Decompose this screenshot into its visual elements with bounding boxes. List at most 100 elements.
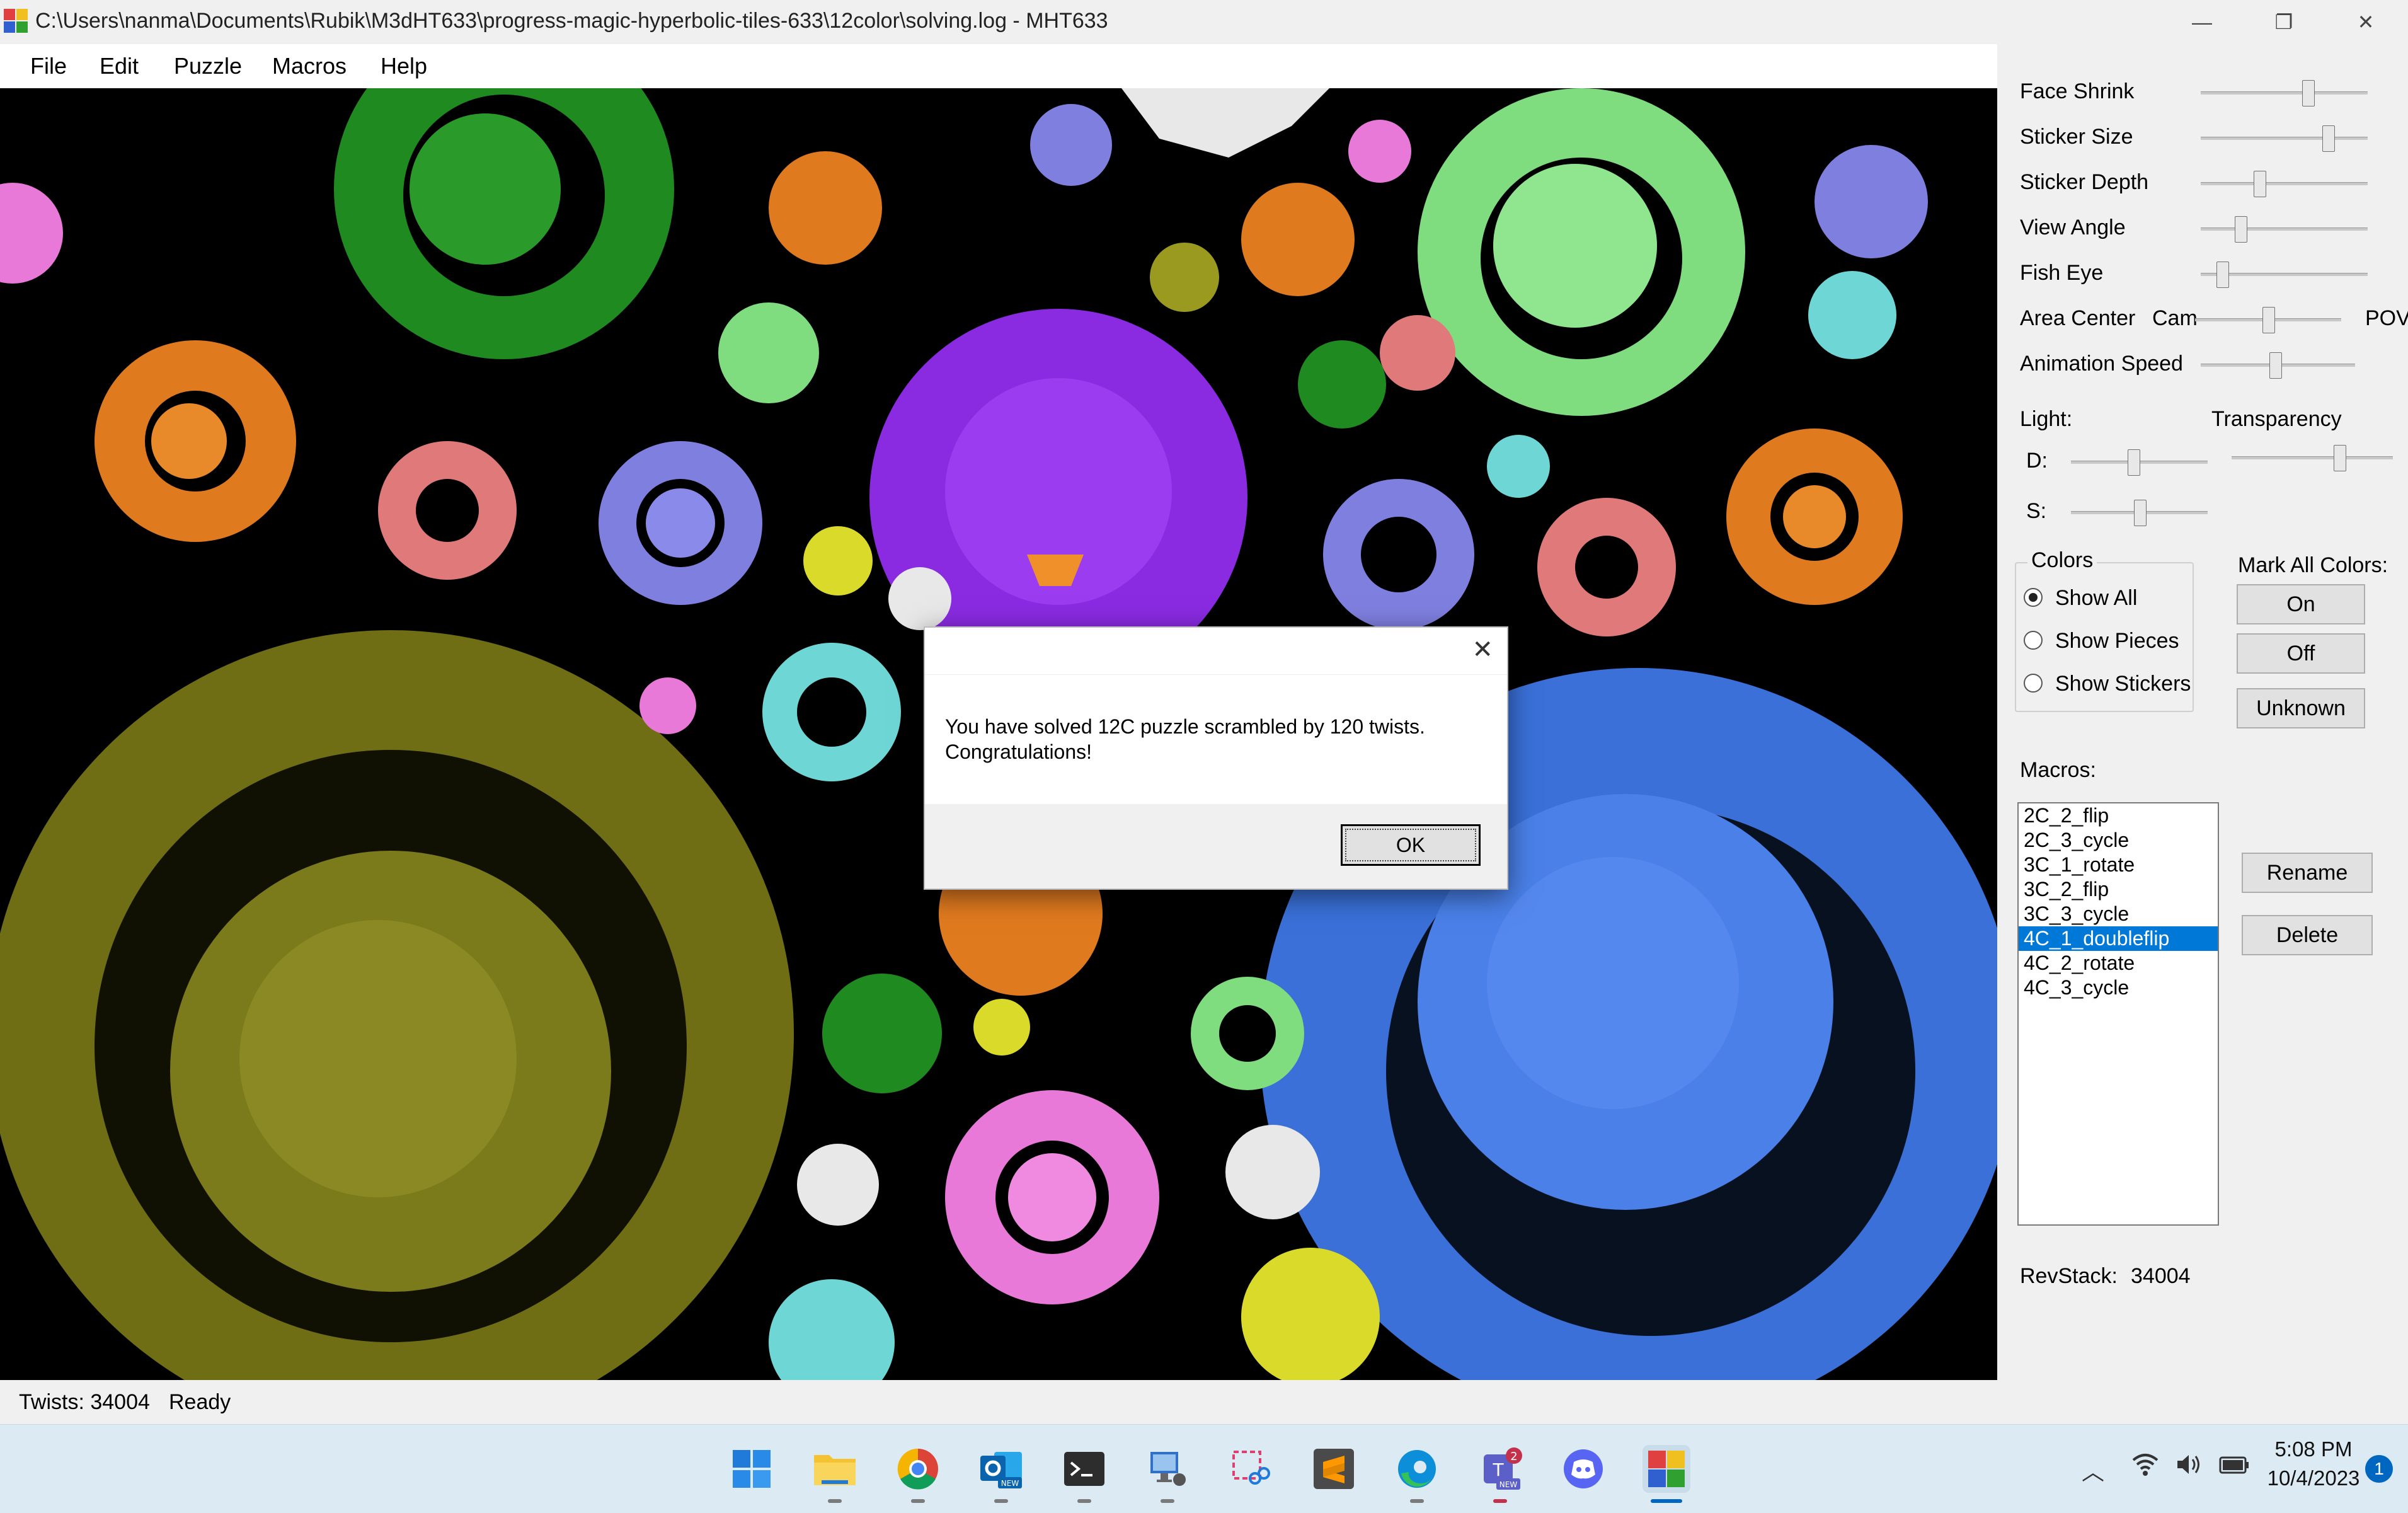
notification-count-badge[interactable]: 1 bbox=[2365, 1455, 2393, 1483]
radio-icon bbox=[2024, 631, 2043, 650]
yellow-face-cluster bbox=[1241, 1248, 1380, 1380]
minimize-button[interactable]: — bbox=[2161, 0, 2243, 44]
macro-list[interactable]: 2C_2_flip 2C_3_cycle 3C_1_rotate 3C_2_fl… bbox=[2017, 802, 2219, 1226]
slider-thumb[interactable] bbox=[2269, 352, 2282, 379]
light-diffuse-slider[interactable] bbox=[2071, 449, 2208, 476]
face-shrink-label: Face Shrink bbox=[2020, 79, 2135, 103]
sticker-size-label: Sticker Size bbox=[2020, 125, 2133, 149]
macro-item-selected[interactable]: 4C_1_doubleflip bbox=[2019, 926, 2218, 951]
show-pieces-radio[interactable]: Show Pieces bbox=[2024, 629, 2179, 653]
menu-macros[interactable]: Macros bbox=[272, 53, 347, 79]
mark-off-button[interactable]: Off bbox=[2237, 633, 2365, 674]
sticker-size-slider[interactable] bbox=[2201, 125, 2368, 152]
slider-thumb[interactable] bbox=[2254, 171, 2266, 197]
light-specular-slider[interactable] bbox=[2071, 500, 2208, 526]
menu-edit[interactable]: Edit bbox=[100, 53, 139, 79]
new-badge: NEW bbox=[1499, 1480, 1518, 1489]
show-all-radio[interactable]: Show All bbox=[2024, 586, 2137, 611]
radio-icon bbox=[2024, 674, 2043, 693]
show-hidden-icons-chevron-icon[interactable]: ︿ bbox=[2082, 1454, 2104, 1487]
show-stickers-radio[interactable]: Show Stickers bbox=[2024, 672, 2191, 696]
edge-running-indicator bbox=[1410, 1499, 1424, 1503]
area-center-label: Area Center bbox=[2020, 306, 2136, 330]
twists-count: Twists: 34004 bbox=[19, 1390, 150, 1414]
show-stickers-label: Show Stickers bbox=[2055, 672, 2191, 696]
animation-speed-slider[interactable] bbox=[2201, 352, 2355, 379]
svg-text:T: T bbox=[1492, 1459, 1504, 1480]
revstack-label: RevStack: bbox=[2020, 1264, 2118, 1288]
mht633-active-indicator bbox=[1651, 1499, 1682, 1503]
area-center-slider[interactable] bbox=[2195, 307, 2341, 333]
macro-item[interactable]: 4C_2_rotate bbox=[2019, 951, 2218, 975]
explorer-running-indicator bbox=[828, 1499, 842, 1503]
menu-puzzle[interactable]: Puzzle bbox=[174, 53, 242, 79]
terminal-icon[interactable] bbox=[1060, 1445, 1108, 1493]
menu-bar: File Edit Puzzle Macros Help bbox=[0, 44, 1997, 88]
lightgreen-face-cluster bbox=[1418, 88, 1745, 416]
app-icon bbox=[4, 9, 29, 34]
new-badge: NEW bbox=[1001, 1479, 1019, 1488]
sublime-text-icon[interactable] bbox=[1310, 1445, 1358, 1493]
menu-help[interactable]: Help bbox=[381, 53, 427, 79]
macro-item[interactable]: 3C_2_flip bbox=[2019, 877, 2218, 902]
slider-thumb[interactable] bbox=[2134, 500, 2147, 526]
close-button[interactable]: ✕ bbox=[2325, 0, 2407, 44]
colors-groupbox: Colors Show All Show Pieces Show Sticker… bbox=[2015, 548, 2194, 712]
dialog-body: You have solved 12C puzzle scrambled by … bbox=[925, 674, 1507, 805]
slider-thumb[interactable] bbox=[2302, 80, 2315, 106]
macro-item[interactable]: 2C_2_flip bbox=[2019, 803, 2218, 828]
revstack-value: 34004 bbox=[2131, 1264, 2191, 1288]
slider-thumb[interactable] bbox=[2216, 262, 2229, 288]
solved-dialog: ✕ You have solved 12C puzzle scrambled b… bbox=[924, 626, 1508, 890]
macro-item[interactable]: 3C_3_cycle bbox=[2019, 902, 2218, 926]
macro-item[interactable]: 2C_3_cycle bbox=[2019, 828, 2218, 853]
show-pieces-label: Show Pieces bbox=[2055, 629, 2179, 653]
animation-speed-label: Animation Speed bbox=[2020, 352, 2183, 376]
mark-unknown-button[interactable]: Unknown bbox=[2237, 688, 2365, 728]
outlook-icon[interactable]: NEW bbox=[977, 1445, 1025, 1493]
slider-thumb[interactable] bbox=[2322, 125, 2335, 152]
volume-icon[interactable] bbox=[2175, 1450, 2204, 1482]
sticker-depth-slider[interactable] bbox=[2201, 171, 2368, 197]
slider-thumb[interactable] bbox=[2262, 307, 2275, 333]
start-icon[interactable] bbox=[728, 1445, 776, 1493]
fish-eye-slider[interactable] bbox=[2201, 262, 2368, 288]
discord-icon[interactable] bbox=[1559, 1445, 1607, 1493]
teams-icon[interactable]: T 2 NEW bbox=[1476, 1445, 1524, 1493]
slider-thumb[interactable] bbox=[2235, 216, 2247, 243]
macro-item[interactable]: 3C_1_rotate bbox=[2019, 853, 2218, 877]
dialog-footer: OK bbox=[925, 804, 1507, 889]
olive-face-cluster bbox=[0, 630, 794, 1380]
dialog-message-line2: Congratulations! bbox=[945, 740, 1092, 763]
clock-time[interactable]: 5:08 PM bbox=[2254, 1437, 2373, 1461]
macro-item[interactable]: 4C_3_cycle bbox=[2019, 975, 2218, 1000]
sticker-depth-label: Sticker Depth bbox=[2020, 170, 2149, 194]
network-icon[interactable] bbox=[2131, 1450, 2160, 1482]
show-all-label: Show All bbox=[2055, 586, 2138, 610]
mark-on-button[interactable]: On bbox=[2237, 584, 2365, 624]
taskbar: NEW T 2 NEW ︿ 5:08 PM 10/4/2023 1 bbox=[0, 1424, 2408, 1513]
rename-macro-button[interactable]: Rename bbox=[2242, 853, 2373, 893]
maximize-button[interactable]: ❐ bbox=[2243, 0, 2325, 44]
battery-icon[interactable] bbox=[2219, 1453, 2250, 1481]
transparency-label: Transparency bbox=[2211, 407, 2342, 431]
dialog-close-button[interactable]: ✕ bbox=[1472, 635, 1493, 664]
transparency-slider[interactable] bbox=[2232, 445, 2393, 471]
slider-thumb[interactable] bbox=[2334, 445, 2346, 471]
remote-desktop-icon[interactable] bbox=[1144, 1445, 1191, 1493]
snipping-tool-icon[interactable] bbox=[1227, 1445, 1275, 1493]
mark-all-colors-label: Mark All Colors: bbox=[2238, 553, 2388, 577]
view-angle-slider[interactable] bbox=[2201, 216, 2368, 243]
clock-date[interactable]: 10/4/2023 bbox=[2254, 1466, 2373, 1490]
ok-button[interactable]: OK bbox=[1341, 824, 1481, 866]
chrome-icon[interactable] bbox=[894, 1445, 942, 1493]
delete-macro-button[interactable]: Delete bbox=[2242, 915, 2373, 955]
teams-attention-indicator bbox=[1493, 1499, 1507, 1503]
slider-thumb[interactable] bbox=[2128, 449, 2140, 476]
edge-icon[interactable] bbox=[1393, 1445, 1441, 1493]
menu-file[interactable]: File bbox=[30, 53, 67, 79]
face-shrink-slider[interactable] bbox=[2201, 80, 2368, 106]
mht633-icon[interactable] bbox=[1643, 1445, 1690, 1493]
fish-eye-label: Fish Eye bbox=[2020, 261, 2104, 285]
file-explorer-icon[interactable] bbox=[811, 1445, 859, 1493]
